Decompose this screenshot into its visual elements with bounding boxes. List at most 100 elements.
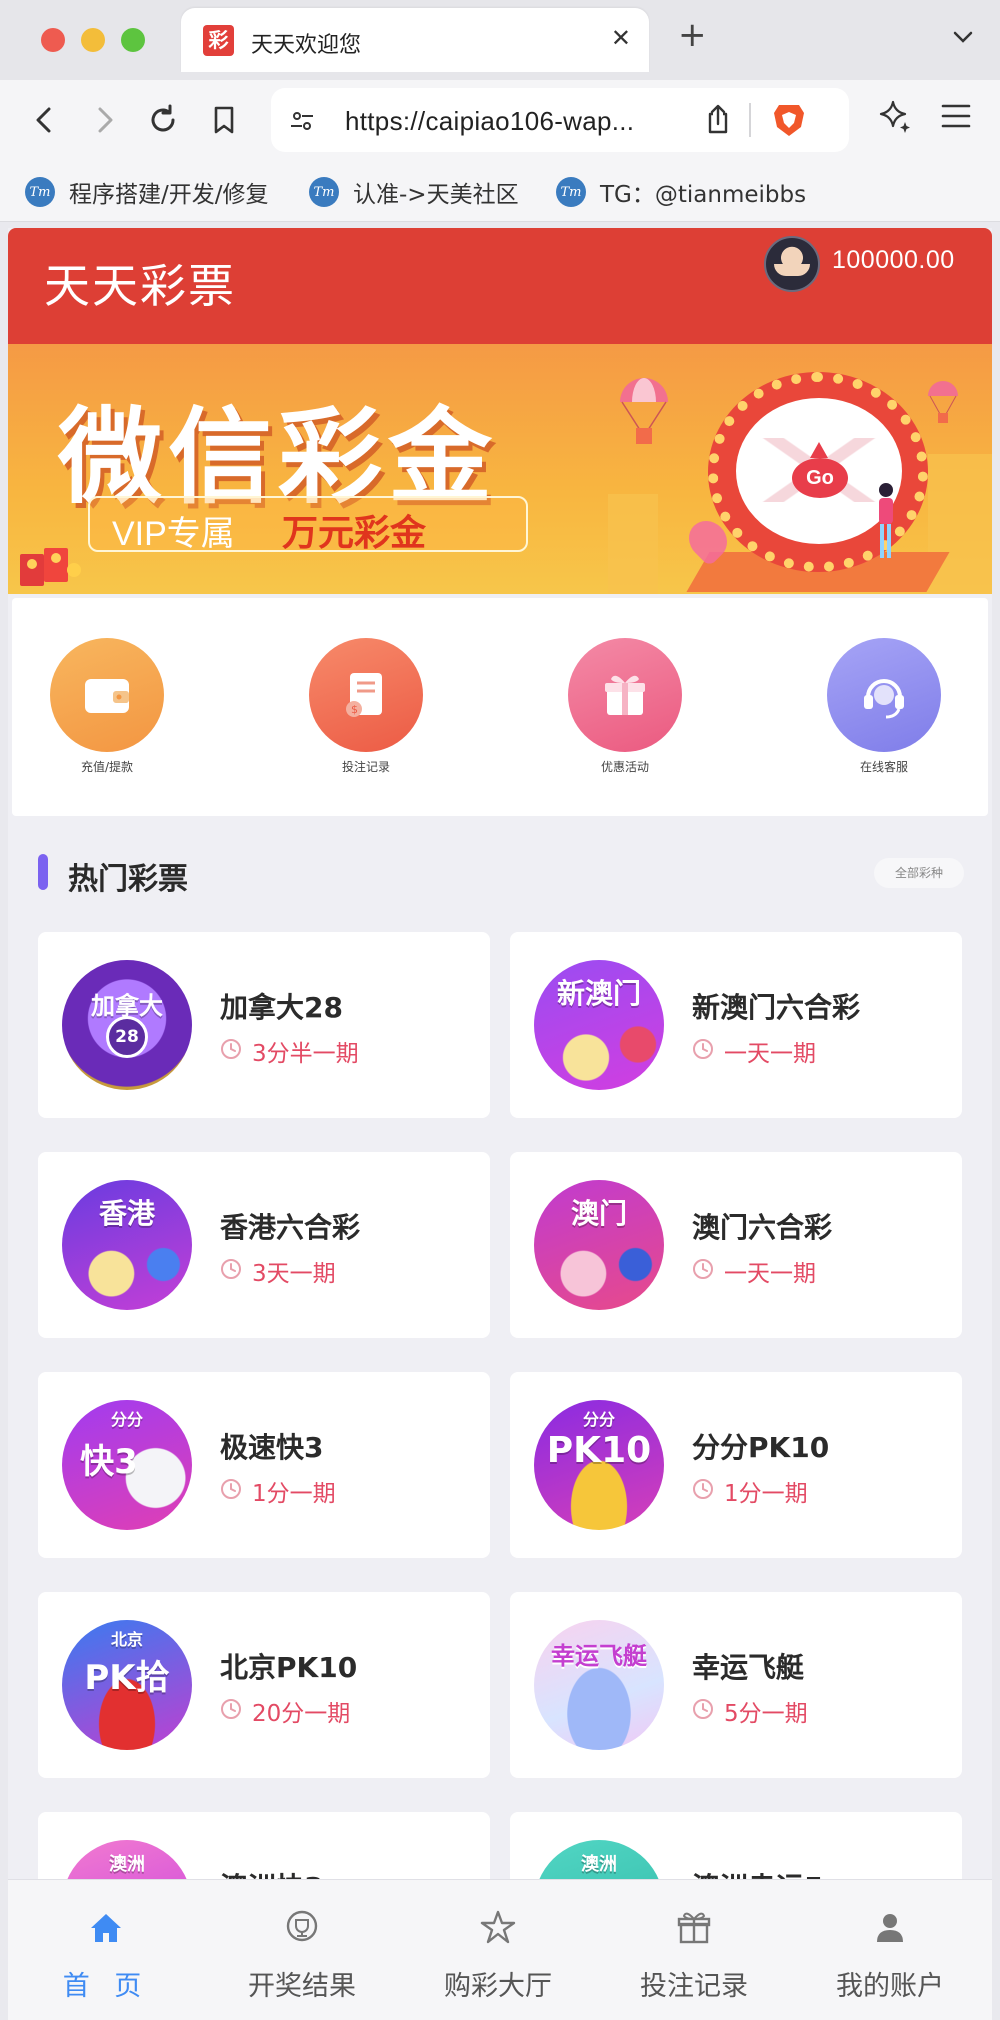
tm-logo-icon: Tm [556,177,586,207]
nav-bet-records[interactable]: 投注记录 [596,1880,792,2020]
lottery-period: 3分半一期 [252,1041,359,1067]
tm-logo-icon: Tm [25,177,55,207]
address-bar[interactable]: https://caipiao106-wap... [271,88,849,152]
lottery-name: 北京PK10 [220,1651,358,1684]
building-decoration [928,454,992,594]
logo-text: PK拾 [84,1658,170,1698]
active-tab[interactable]: 彩 天天欢迎您 ✕ [181,8,649,72]
hamburger-menu-icon[interactable] [940,102,972,130]
lottery-card-hongkong-mark6[interactable]: 香港 香港六合彩 3天一期 [38,1152,490,1338]
bookmark-icon[interactable] [204,100,244,140]
forward-icon[interactable] [84,100,124,140]
window-close-button[interactable] [41,28,65,52]
quick-item-label: 投注记录 [341,760,390,774]
bookmark-item[interactable]: Tm TG：@tianmeibbs [556,174,806,210]
tab-close-icon[interactable]: ✕ [611,24,631,52]
lottery-name: 加拿大28 [220,991,343,1024]
bookmark-label: 程序搭建/开发/修复 [69,182,269,208]
logo-ball: 28 [106,1016,148,1058]
favicon-icon: 彩 [203,25,234,56]
banner-subtitle: VIP专属 万元彩金 [88,496,528,554]
back-icon[interactable] [25,100,65,140]
tab-list-chevron-icon[interactable] [950,24,976,50]
wheel-pointer [810,442,828,458]
dice-logo-icon: 分分 快3 [62,1400,192,1530]
site-settings-icon[interactable] [289,108,315,134]
logo-text: 香港 [98,1197,155,1230]
bookmarks-bar: Tm 程序搭建/开发/修复 Tm 认准->天美社区 Tm TG：@tianmei… [0,162,1000,222]
parachute-gift-icon [928,381,958,423]
nav-home[interactable]: 首 页 [8,1880,204,2020]
logo-text: 新澳门 [556,977,641,1010]
lottery-card-canada28[interactable]: 加拿大 28 加拿大28 3分半一期 [38,932,490,1118]
section-accent-bar [38,854,48,890]
promo-banner[interactable]: 微信彩金 VIP专属 万元彩金 Go [8,344,992,594]
logo-text: 澳门 [570,1197,627,1230]
logo-tag: 澳洲 [109,1854,145,1875]
parachute-gift-icon [620,378,668,444]
quick-item-label: 充值/提款 [80,760,134,774]
ai-assistant-icon[interactable] [877,98,913,134]
account-balance: 100000.00 [832,246,955,274]
app-header: 天天彩票 100000.00 [8,228,992,344]
macau-logo-icon: 澳门 [534,1180,664,1310]
quick-item-bet-records[interactable]: $ 投注记录 [283,638,423,778]
quick-menu: 充值/提款 $ 投注记录 优惠活动 在线客服 [12,598,988,816]
lottery-name: 极速快3 [220,1431,324,1464]
all-lotteries-button[interactable]: 全部彩种 [874,858,964,888]
section-title: 热门彩票 [68,862,188,897]
clock-icon [221,1479,241,1499]
brave-shields-icon[interactable] [771,101,807,139]
building-decoration [608,494,658,594]
tab-title: 天天欢迎您 [251,33,362,58]
lottery-name: 澳门六合彩 [692,1211,833,1244]
svg-text:$: $ [351,703,358,716]
bookmark-item[interactable]: Tm 认准->天美社区 [309,174,519,210]
reload-icon[interactable] [143,100,183,140]
share-icon[interactable] [703,104,733,136]
lottery-name: 新澳门六合彩 [692,991,861,1024]
lottery-card-lucky-airship[interactable]: 幸运飞艇 幸运飞艇 5分一期 [510,1592,962,1778]
quick-item-label: 优惠活动 [600,760,649,774]
bookmark-label: 认准->天美社区 [353,182,519,208]
nav-results[interactable]: 开奖结果 [204,1880,400,2020]
lottery-name: 幸运飞艇 [692,1651,805,1684]
lottery-name: 分分PK10 [692,1431,830,1464]
quick-item-customer-service[interactable]: 在线客服 [801,638,941,778]
lottery-name: 香港六合彩 [220,1211,361,1244]
nav-label: 购彩大厅 [444,1971,552,2002]
avatar[interactable] [764,236,820,292]
lottery-card-jisu-k3[interactable]: 分分 快3 极速快3 1分一期 [38,1372,490,1558]
nav-label: 投注记录 [640,1971,748,2002]
gift-icon [677,1912,711,1944]
quick-item-label: 在线客服 [859,760,908,774]
logo-text: PK10 [546,1430,652,1471]
brand-title: 天天彩票 [44,259,236,313]
bookmark-item[interactable]: Tm 程序搭建/开发/修复 [25,174,269,210]
lottery-card-beijing-pk10[interactable]: 北京 PK拾 北京PK10 20分一期 [38,1592,490,1778]
nav-account[interactable]: 我的账户 [792,1880,988,2020]
lottery-period: 一天一期 [724,1041,816,1067]
url-text: https://caipiao106-wap... [345,106,635,136]
browser-toolbar: https://caipiao106-wap... [0,80,1000,162]
quick-item-promotions[interactable]: 优惠活动 [542,638,682,778]
quick-item-deposit[interactable]: 充值/提款 [24,638,164,778]
bottom-nav: 首 页 开奖结果 购彩大厅 投注记录 我的账户 [8,1879,992,2020]
clock-icon [693,1259,713,1279]
lottery-card-macau-mark6[interactable]: 澳门 澳门六合彩 一天一期 [510,1152,962,1338]
lottery-card-new-macau-mark6[interactable]: 新澳门 新澳门六合彩 一天一期 [510,932,962,1118]
race-car-logo-icon: 北京 PK拾 [62,1620,192,1750]
bookmark-label: TG：@tianmeibbs [600,182,807,208]
clock-icon [221,1039,241,1059]
logo-tag: 澳洲 [581,1854,617,1875]
new-tab-button[interactable]: + [678,18,707,52]
logo-text: 快3 [80,1442,138,1482]
window-minimize-button[interactable] [81,28,105,52]
wheel-go-button[interactable]: Go [792,458,848,498]
lottery-card-fenfen-pk10[interactable]: 分分 PK10 分分PK10 1分一期 [510,1372,962,1558]
window-zoom-button[interactable] [121,28,145,52]
nav-lobby[interactable]: 购彩大厅 [400,1880,596,2020]
lottery-period: 3天一期 [252,1261,336,1287]
clock-icon [693,1699,713,1719]
nav-label: 我的账户 [836,1971,944,2002]
